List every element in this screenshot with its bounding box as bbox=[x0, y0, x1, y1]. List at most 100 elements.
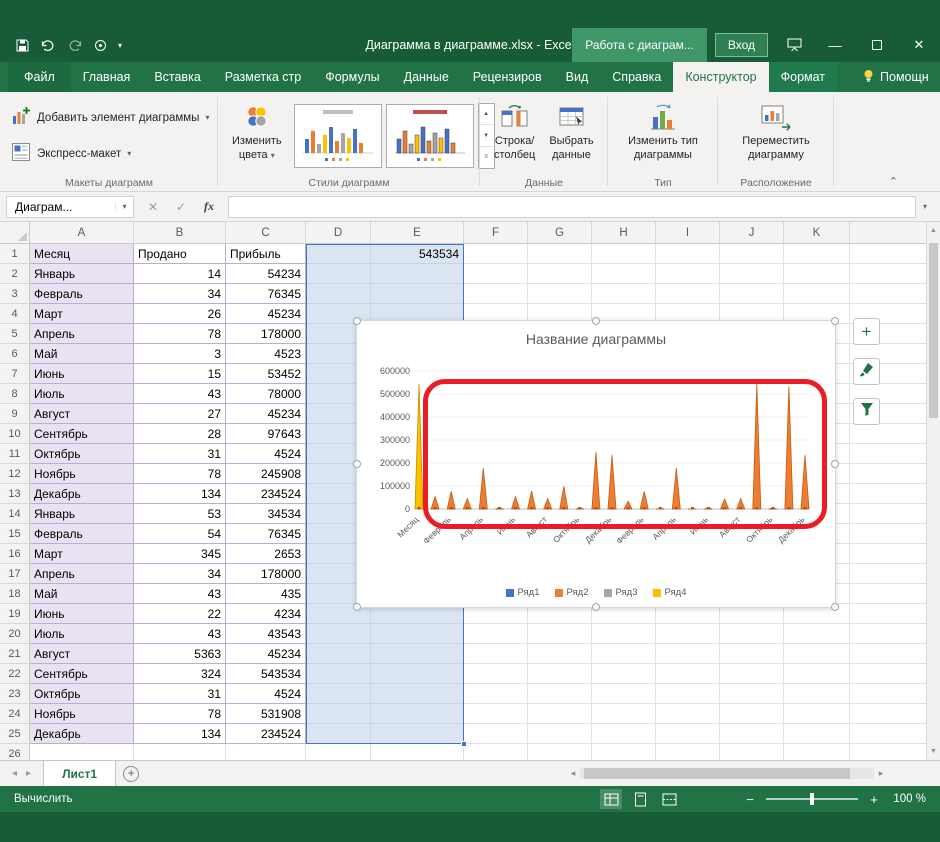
cell-A1[interactable]: Месяц bbox=[30, 244, 134, 264]
cell-I24[interactable] bbox=[656, 704, 720, 724]
undo-icon[interactable] bbox=[40, 39, 56, 52]
row-header-14[interactable]: 14 bbox=[0, 504, 30, 524]
cell-B8[interactable]: 43 bbox=[134, 384, 226, 404]
cell-A2[interactable]: Январь bbox=[30, 264, 134, 284]
select-data-button[interactable]: Выбрать данные bbox=[542, 97, 600, 174]
zoom-out-button[interactable]: − bbox=[743, 792, 757, 807]
cell-K21[interactable] bbox=[784, 644, 850, 664]
select-all-corner[interactable] bbox=[0, 222, 30, 244]
tab-Данные[interactable]: Данные bbox=[392, 62, 461, 92]
chart-style-thumbnail-1[interactable] bbox=[293, 103, 382, 168]
cell-I20[interactable] bbox=[656, 624, 720, 644]
cell-A20[interactable]: Июль bbox=[30, 624, 134, 644]
cell-D23[interactable] bbox=[306, 684, 371, 704]
enter-icon[interactable]: ✓ bbox=[168, 200, 194, 214]
zoom-slider-thumb[interactable] bbox=[810, 793, 814, 805]
scroll-down-icon[interactable]: ▼ bbox=[927, 743, 940, 760]
horizontal-scrollbar[interactable]: ◂ ▸ bbox=[566, 766, 888, 781]
cell-I25[interactable] bbox=[656, 724, 720, 744]
name-box[interactable]: Диаграм... ▾ bbox=[6, 195, 134, 218]
cell-B20[interactable]: 43 bbox=[134, 624, 226, 644]
cell-F20[interactable] bbox=[464, 624, 528, 644]
chart-style-thumbnail-2[interactable] bbox=[385, 103, 474, 168]
cell-C9[interactable]: 45234 bbox=[226, 404, 306, 424]
cell-D1[interactable] bbox=[306, 244, 371, 264]
legend-item-Ряд2[interactable]: Ряд2 bbox=[554, 587, 589, 598]
cell-B15[interactable]: 54 bbox=[134, 524, 226, 544]
cell-C15[interactable]: 76345 bbox=[226, 524, 306, 544]
chart-resize-handle[interactable] bbox=[592, 603, 600, 611]
cell-J20[interactable] bbox=[720, 624, 784, 644]
row-header-8[interactable]: 8 bbox=[0, 384, 30, 404]
cell-C6[interactable]: 4523 bbox=[226, 344, 306, 364]
scroll-left-icon[interactable]: ◂ bbox=[566, 768, 580, 779]
cell-H22[interactable] bbox=[592, 664, 656, 684]
cell-K2[interactable] bbox=[784, 264, 850, 284]
cell-C8[interactable]: 78000 bbox=[226, 384, 306, 404]
change-colors-button[interactable]: Изменить цвета ▾ bbox=[225, 97, 289, 174]
cell-B22[interactable]: 324 bbox=[134, 664, 226, 684]
cell-H20[interactable] bbox=[592, 624, 656, 644]
cell-A17[interactable]: Апрель bbox=[30, 564, 134, 584]
cell-B7[interactable]: 15 bbox=[134, 364, 226, 384]
cell-G23[interactable] bbox=[528, 684, 592, 704]
tab-Конструктор[interactable]: Конструктор bbox=[673, 62, 769, 92]
row-header-16[interactable]: 16 bbox=[0, 544, 30, 564]
row-header-25[interactable]: 25 bbox=[0, 724, 30, 744]
column-header-K[interactable]: K bbox=[784, 222, 850, 244]
cell-G2[interactable] bbox=[528, 264, 592, 284]
cell-K24[interactable] bbox=[784, 704, 850, 724]
row-header-21[interactable]: 21 bbox=[0, 644, 30, 664]
cell-F1[interactable] bbox=[464, 244, 528, 264]
cell-A4[interactable]: Март bbox=[30, 304, 134, 324]
cell-A5[interactable]: Апрель bbox=[30, 324, 134, 344]
cell-J2[interactable] bbox=[720, 264, 784, 284]
cell-E2[interactable] bbox=[371, 264, 464, 284]
touch-mode-icon[interactable] bbox=[94, 39, 107, 52]
cell-J22[interactable] bbox=[720, 664, 784, 684]
cell-B1[interactable]: Продано bbox=[134, 244, 226, 264]
cell-B17[interactable]: 34 bbox=[134, 564, 226, 584]
cell-E26[interactable] bbox=[371, 744, 464, 760]
cell-H2[interactable] bbox=[592, 264, 656, 284]
cell-C7[interactable]: 53452 bbox=[226, 364, 306, 384]
cell-E20[interactable] bbox=[371, 624, 464, 644]
cell-I21[interactable] bbox=[656, 644, 720, 664]
cell-D2[interactable] bbox=[306, 264, 371, 284]
cell-C22[interactable]: 543534 bbox=[226, 664, 306, 684]
qat-customize-icon[interactable]: ▾ bbox=[118, 41, 122, 50]
vertical-scrollbar[interactable]: ▲ ▼ bbox=[926, 222, 940, 760]
row-header-19[interactable]: 19 bbox=[0, 604, 30, 624]
cell-G21[interactable] bbox=[528, 644, 592, 664]
change-chart-type-button[interactable]: Изменить тип диаграммы bbox=[621, 97, 705, 174]
formula-bar-expand-icon[interactable]: ▾ bbox=[916, 202, 934, 211]
cell-B23[interactable]: 31 bbox=[134, 684, 226, 704]
cell-J3[interactable] bbox=[720, 284, 784, 304]
cell-A25[interactable]: Декабрь bbox=[30, 724, 134, 744]
cell-I1[interactable] bbox=[656, 244, 720, 264]
page-layout-view-button[interactable] bbox=[629, 789, 651, 809]
cell-D25[interactable] bbox=[306, 724, 371, 744]
horizontal-scroll-thumb[interactable] bbox=[584, 768, 850, 779]
row-header-23[interactable]: 23 bbox=[0, 684, 30, 704]
ribbon-display-options-icon[interactable] bbox=[774, 28, 814, 62]
quick-layout-button[interactable]: Экспресс-макет ▾ bbox=[7, 140, 213, 167]
cell-A15[interactable]: Февраль bbox=[30, 524, 134, 544]
close-button[interactable]: ✕ bbox=[898, 28, 940, 62]
cell-B24[interactable]: 78 bbox=[134, 704, 226, 724]
chart-container[interactable]: Название диаграммы 0 100000 200000 300000 40… bbox=[353, 317, 839, 611]
chart-resize-handle[interactable] bbox=[353, 460, 361, 468]
cell-B9[interactable]: 27 bbox=[134, 404, 226, 424]
row-header-24[interactable]: 24 bbox=[0, 704, 30, 724]
cell-G20[interactable] bbox=[528, 624, 592, 644]
row-header-26[interactable]: 26 bbox=[0, 744, 30, 760]
column-header-I[interactable]: I bbox=[656, 222, 720, 244]
cell-B21[interactable]: 5363 bbox=[134, 644, 226, 664]
insert-function-icon[interactable]: fx bbox=[196, 199, 222, 214]
cell-B16[interactable]: 345 bbox=[134, 544, 226, 564]
cell-G24[interactable] bbox=[528, 704, 592, 724]
vertical-scroll-thumb[interactable] bbox=[929, 243, 938, 418]
chevron-down-icon[interactable]: ▾ bbox=[115, 202, 133, 211]
cell-H3[interactable] bbox=[592, 284, 656, 304]
cell-D21[interactable] bbox=[306, 644, 371, 664]
